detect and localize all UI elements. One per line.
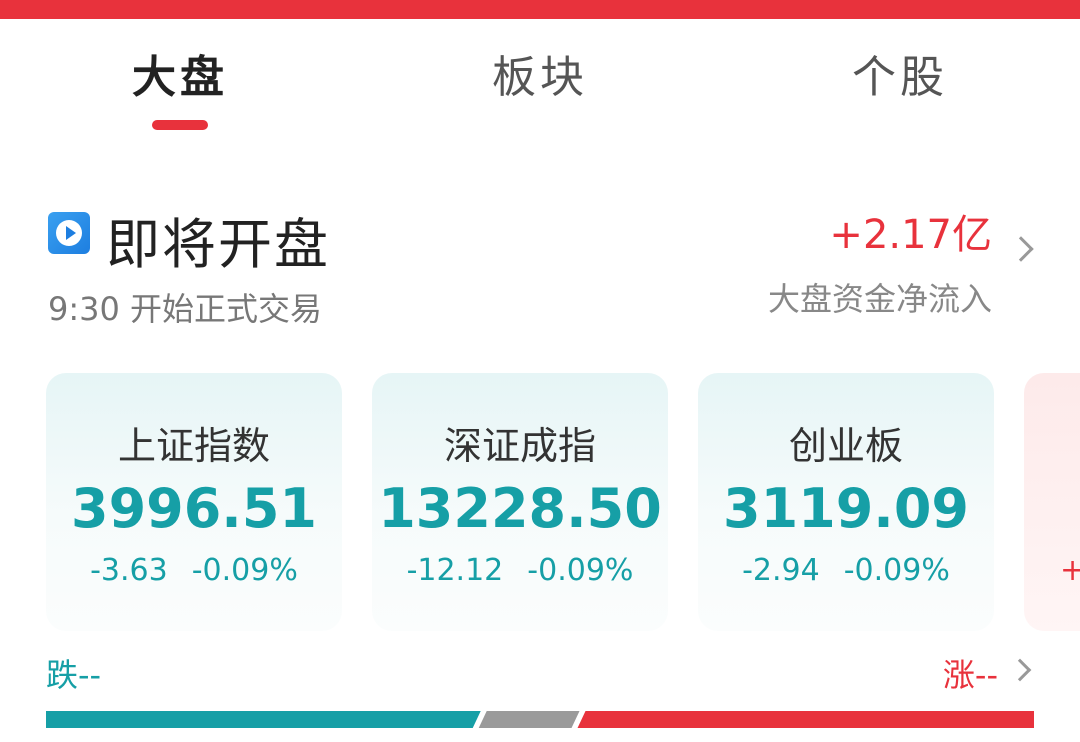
index-name: 创业板 <box>788 424 903 468</box>
top-status-bar <box>0 0 1080 19</box>
rise-count-label: 涨-- <box>942 656 998 694</box>
active-tab-indicator <box>152 120 208 130</box>
index-change: -12.12 <box>406 553 504 588</box>
index-name: 上证指数 <box>117 424 270 468</box>
index-change: -3.63 <box>90 553 168 588</box>
index-changes: -2.94 -0.09% <box>698 553 994 588</box>
market-status-subtitle: 9:30 开始正式交易 <box>48 290 323 328</box>
index-card-shenzhen[interactable]: 深证成指 13228.50 -12.12 -0.09% <box>372 373 668 631</box>
tab-stocks[interactable]: 个股 <box>820 38 980 108</box>
tab-bar: 大盘 板块 个股 <box>0 38 1080 133</box>
rise-fall-distribution-bar <box>46 711 1034 728</box>
market-status-section[interactable]: 即将开盘 9:30 开始正式交易 +2.17亿 大盘资金净流入 <box>46 200 1046 330</box>
tab-sectors[interactable]: 板块 <box>460 38 620 108</box>
index-change-pct: -0.09% <box>527 553 634 588</box>
index-changes: -12.12 -0.09% <box>372 553 668 588</box>
index-change: + <box>1060 553 1080 588</box>
net-inflow-label: 大盘资金净流入 <box>767 280 992 318</box>
index-change: -2.94 <box>742 553 820 588</box>
index-change-pct: -0.09% <box>843 553 950 588</box>
fall-count-label: 跌-- <box>46 656 102 694</box>
play-circle-icon <box>48 212 90 254</box>
index-cards: 上证指数 3996.51 -3.63 -0.09% 深证成指 13228.50 -… <box>46 373 1080 631</box>
index-value: 13228.50 <box>378 477 662 540</box>
chevron-right-icon[interactable] <box>1008 658 1032 682</box>
flat-segment <box>478 711 580 728</box>
index-changes: -3.63 -0.09% <box>46 553 342 588</box>
fall-segment <box>46 711 481 728</box>
market-status-title: 即将开盘 <box>106 213 330 276</box>
index-card-shanghai[interactable]: 上证指数 3996.51 -3.63 -0.09% <box>46 373 342 631</box>
tab-market[interactable]: 大盘 <box>100 38 260 108</box>
index-name: 深证成指 <box>443 424 596 468</box>
index-card-chinext[interactable]: 创业板 3119.09 -2.94 -0.09% <box>698 373 994 631</box>
index-card-partial[interactable]: + <box>1024 373 1080 631</box>
rise-segment <box>577 711 1034 728</box>
index-change-pct: -0.09% <box>191 553 298 588</box>
index-value: 3119.09 <box>723 477 969 540</box>
chevron-right-icon[interactable] <box>1008 236 1034 262</box>
net-inflow-value: +2.17亿 <box>829 212 992 258</box>
index-value: 3996.51 <box>71 477 317 540</box>
